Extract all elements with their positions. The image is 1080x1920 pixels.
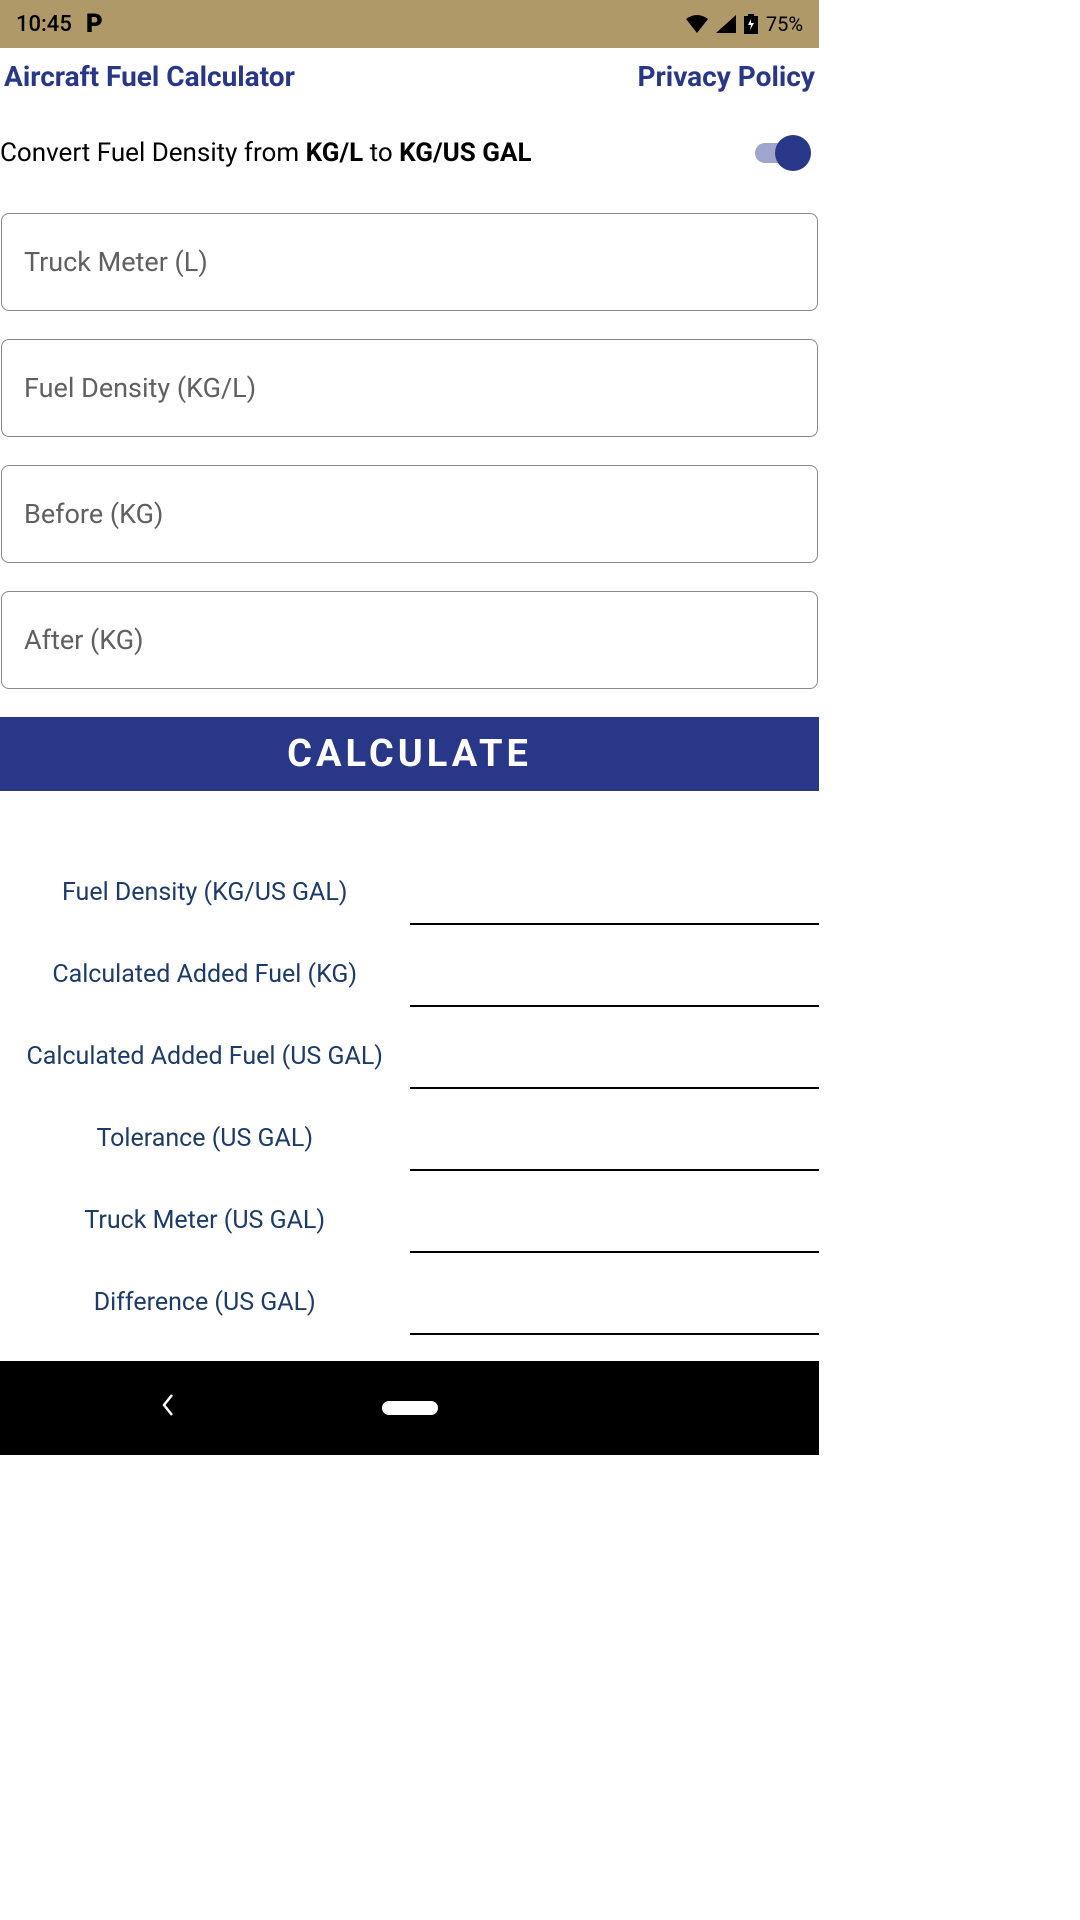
privacy-policy-link[interactable]: Privacy Policy <box>638 60 816 93</box>
battery-percentage: 75% <box>766 12 803 36</box>
status-right: 75% <box>686 12 803 36</box>
before-input[interactable] <box>1 465 818 563</box>
p-icon: P <box>86 9 103 39</box>
navigation-bar <box>0 1361 819 1455</box>
signal-icon <box>716 15 736 33</box>
density-toggle-row: Convert Fuel Density from KG/L to KG/US … <box>0 105 819 201</box>
results-container: Fuel Density (KG/US GAL) Calculated Adde… <box>0 803 819 1335</box>
toggle-to-unit: KG/US GAL <box>399 138 531 168</box>
result-row-tolerance: Tolerance (US GAL) <box>0 1089 819 1171</box>
app-header: Aircraft Fuel Calculator Privacy Policy <box>0 48 819 105</box>
wifi-icon <box>686 15 708 33</box>
result-row-calc-added-gal: Calculated Added Fuel (US GAL) <box>0 1007 819 1089</box>
result-label-difference: Difference (US GAL) <box>0 1288 410 1335</box>
back-icon[interactable] <box>160 1393 176 1424</box>
toggle-from-unit: KG/L <box>306 138 364 168</box>
density-toggle-label: Convert Fuel Density from KG/L to KG/US … <box>0 138 532 168</box>
home-pill[interactable] <box>382 1401 438 1415</box>
result-value-truck-meter-gal <box>410 1213 820 1253</box>
after-input[interactable] <box>1 591 818 689</box>
status-bar: 10:45 P 75% <box>0 0 819 48</box>
result-value-fuel-density <box>410 885 820 925</box>
result-value-tolerance <box>410 1131 820 1171</box>
result-value-calc-added-gal <box>410 1049 820 1089</box>
toggle-mid: to <box>363 138 399 168</box>
toggle-thumb <box>775 135 811 171</box>
result-label-truck-meter-gal: Truck Meter (US GAL) <box>0 1206 410 1253</box>
result-row-calc-added-kg: Calculated Added Fuel (KG) <box>0 925 819 1007</box>
truck-meter-input[interactable] <box>1 213 818 311</box>
result-value-calc-added-kg <box>410 967 820 1007</box>
status-time: 10:45 <box>16 12 72 37</box>
calculate-button[interactable]: CALCULATE <box>0 717 819 791</box>
result-row-fuel-density: Fuel Density (KG/US GAL) <box>0 843 819 925</box>
result-value-difference <box>410 1295 820 1335</box>
inputs-container: CALCULATE <box>0 201 819 803</box>
battery-icon <box>744 14 758 34</box>
result-label-calc-added-gal: Calculated Added Fuel (US GAL) <box>0 1042 410 1089</box>
toggle-prefix: Convert Fuel Density from <box>0 138 306 168</box>
result-label-fuel-density: Fuel Density (KG/US GAL) <box>0 878 410 925</box>
result-row-difference: Difference (US GAL) <box>0 1253 819 1335</box>
status-left: 10:45 P <box>16 9 103 39</box>
result-label-calc-added-kg: Calculated Added Fuel (KG) <box>0 960 410 1007</box>
app-title: Aircraft Fuel Calculator <box>4 60 295 93</box>
fuel-density-input[interactable] <box>1 339 818 437</box>
density-toggle-switch[interactable] <box>751 133 811 173</box>
result-row-truck-meter-gal: Truck Meter (US GAL) <box>0 1171 819 1253</box>
result-label-tolerance: Tolerance (US GAL) <box>0 1124 410 1171</box>
